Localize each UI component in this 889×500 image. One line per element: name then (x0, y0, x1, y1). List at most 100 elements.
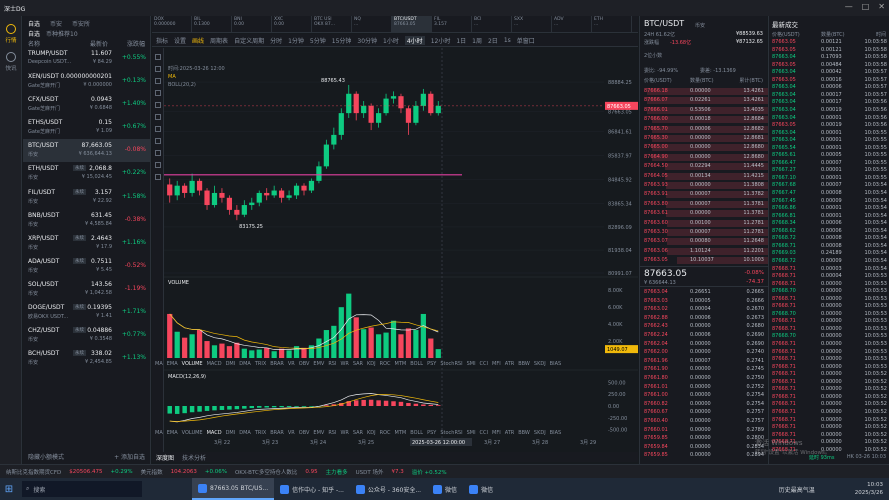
watchlist-row[interactable]: BCH/USDT 永续 币安 338.02 ¥ 2,454.85 +1.13% (23, 347, 150, 370)
toolbar-item[interactable]: 分时 (270, 36, 282, 45)
text-icon[interactable] (154, 102, 161, 108)
indicator-item[interactable]: MACD (207, 361, 222, 367)
ticker-tab[interactable]: NQ... (352, 16, 392, 32)
bid-row[interactable]: 87660.82 0.00000 0.2754 (640, 401, 768, 409)
indicator-item-lower[interactable]: MFI (492, 430, 501, 436)
ticker-tab[interactable]: FIL 3.157 (432, 16, 472, 32)
indicator-item[interactable]: SKDJ (534, 361, 546, 367)
ask-row[interactable]: 87666.18 0.00000 13.4261 (640, 88, 768, 96)
header-price[interactable]: 最新价 (90, 39, 120, 48)
toolbar-item[interactable]: 1分钟 (288, 36, 304, 45)
taskbar-app[interactable]: 微信 (427, 478, 463, 500)
lock-icon[interactable] (154, 150, 161, 156)
add-watch-button[interactable]: + 添加自选 (114, 452, 145, 461)
candlestick-chart[interactable]: 88884.25 87663.05 86841.61 85837.97 84845.92… (152, 48, 638, 458)
bid-row[interactable]: 87660.40 0.00000 0.2757 (640, 418, 768, 426)
watchlist-row[interactable]: ADA/USDT 永续 币安 0.7511 ¥ 5.45 -0.52% (23, 255, 150, 278)
ticker-tab[interactable]: BNI 0.00 (232, 16, 272, 32)
ask-row[interactable]: 87663.30 0.00007 11.2781 (640, 229, 768, 237)
bid-row[interactable]: 87661.80 0.00000 0.2750 (640, 375, 768, 383)
watchlist-row[interactable]: ETHS/USDT Gate芝麻开门 0.15 ¥ 1.09 +0.67% (23, 116, 150, 139)
indicator-item[interactable]: ROC (380, 361, 391, 367)
indicator-item[interactable]: EMA (167, 361, 178, 367)
watchlist-row[interactable]: ETH/USDT 永续 币安 2,068.8 ¥ 15,024.45 +0.22% (23, 162, 150, 185)
ob-depth-select[interactable]: 2位小数 (644, 52, 662, 59)
toolbar-item[interactable]: 1小时 (383, 36, 399, 45)
ask-row[interactable]: 87665.70 0.00006 12.8682 (640, 125, 768, 134)
indicator-item[interactable]: VOLUME (182, 361, 203, 367)
subtab-recommend[interactable]: 币种推荐10 (46, 29, 78, 38)
toolbar-item[interactable]: 5分钟 (310, 36, 326, 45)
ticker-tab[interactable]: XXC 0.00 (272, 16, 312, 32)
nav-news[interactable]: 快讯 (0, 52, 22, 72)
zoom-icon[interactable] (154, 126, 161, 132)
taskbar-app[interactable]: 微信 (463, 478, 499, 500)
watchlist-row[interactable]: XEN/USDT Gate芝麻开门 0.000000000201 ¥ 0.0000… (23, 70, 150, 93)
indicator-item-lower[interactable]: DMA (239, 430, 251, 436)
indicator-item-lower[interactable]: CCI (480, 430, 488, 436)
indicator-item[interactable]: TRIX (255, 361, 266, 367)
bid-row[interactable]: 87661.96 0.00007 0.2741 (640, 358, 768, 366)
indicator-item-lower[interactable]: KDJ (367, 430, 376, 436)
bid-row[interactable]: 87659.85 0.00000 0.2894 (640, 452, 768, 460)
watchlist-row[interactable]: BTC/USDT 币安 87,663.05 ¥ 636,644.13 -0.08% (23, 139, 150, 163)
bid-row[interactable]: 87660.01 0.00000 0.2789 (640, 427, 768, 435)
maximize-icon[interactable]: □ (862, 2, 870, 11)
indicator-item-lower[interactable]: EMA (167, 430, 178, 436)
cursor-icon[interactable] (154, 54, 161, 60)
bid-row[interactable]: 87663.03 0.00005 0.2666 (640, 298, 768, 306)
tab-depth[interactable]: 深度图 (156, 453, 174, 462)
toolbar-item[interactable]: 30分钟 (357, 36, 377, 45)
indicator-item[interactable]: DMI (226, 361, 236, 367)
bid-row[interactable]: 87663.02 0.00004 0.2670 (640, 306, 768, 314)
ticker-tab[interactable]: BTC USI OKX 87... (312, 16, 352, 32)
ask-row[interactable]: 87663.60 0.00100 11.2781 (640, 219, 768, 228)
indicator-item-lower[interactable]: EMV (313, 430, 324, 436)
indicator-item[interactable]: PSY (427, 361, 436, 367)
tab-exchange[interactable]: 币安所 (72, 19, 90, 28)
tab-analysis[interactable]: 技术分析 (182, 453, 206, 462)
header-name[interactable]: 名称 (28, 39, 90, 48)
indicator-item-lower[interactable]: SMI (467, 430, 476, 436)
bid-row[interactable]: 87662.04 0.00000 0.2690 (640, 341, 768, 349)
toolbar-item[interactable]: 12小时 (431, 36, 451, 45)
ask-row[interactable]: 87663.80 0.00007 11.3781 (640, 200, 768, 209)
ask-row[interactable]: 87663.91 0.00007 11.3782 (640, 191, 768, 199)
ask-row[interactable]: 87666.07 0.02261 13.4261 (640, 97, 768, 105)
watchlist-row[interactable]: SOL/USDT 币安 143.56 ¥ 1,042.58 -1.19% (23, 278, 150, 301)
bid-row[interactable]: 87661.90 0.00000 0.2745 (640, 366, 768, 374)
watchlist-row[interactable]: TRUMP/USDT Deepcoin USDT... 11.607 ¥ 84.2… (23, 47, 150, 70)
taskbar-app[interactable]: 信作中心 - 知乎 -... (274, 478, 350, 500)
taskbar-search[interactable]: ⌕ 搜索 (22, 481, 142, 497)
bid-row[interactable]: 87659.85 0.00000 0.2800 (640, 435, 768, 443)
toolbar-item[interactable]: 2日 (488, 36, 498, 45)
indicator-item-lower[interactable]: BOLL (410, 430, 423, 436)
ask-row[interactable]: 87666.00 0.00018 12.8684 (640, 116, 768, 124)
watchlist-row[interactable]: DOGE/USDT 永续 欧易OKX USDT... 0.19395 ¥ 1.41 … (23, 301, 150, 324)
bid-row[interactable]: 87662.24 0.00006 0.2690 (640, 332, 768, 340)
indicator-item[interactable]: SMI (467, 361, 476, 367)
indicator-item[interactable]: RSI (328, 361, 336, 367)
indicator-item-lower[interactable]: OBV (299, 430, 310, 436)
indicator-item-lower[interactable]: MTM (395, 430, 407, 436)
eye-icon[interactable] (154, 162, 161, 168)
indicator-item-lower[interactable]: MACD (207, 430, 222, 436)
measure-icon[interactable] (154, 114, 161, 120)
ticker-tab[interactable]: BIL 0.1300 (192, 16, 232, 32)
indicator-item-lower[interactable]: VR (288, 430, 295, 436)
indicator-item-lower[interactable]: BRAR (270, 430, 284, 436)
tab-watchlist[interactable]: 自选 (28, 19, 40, 28)
ask-row[interactable]: 87664.50 0.02294 11.4445 (640, 163, 768, 171)
indicator-item[interactable]: DMA (239, 361, 251, 367)
ticker-tab[interactable]: ADV... (552, 16, 592, 32)
header-change[interactable]: 涨跌幅 (127, 39, 145, 48)
indicator-item-lower[interactable]: SAR (353, 430, 363, 436)
toolbar-item[interactable]: 4小时 (404, 35, 425, 45)
toolbar-item[interactable]: 自定义周期 (234, 36, 264, 45)
bid-row[interactable]: 87663.04 0.26651 0.2665 (640, 289, 768, 297)
indicator-item-lower[interactable]: RSI (328, 430, 336, 436)
indicator-item[interactable]: KDJ (367, 361, 376, 367)
tab-binance[interactable]: 币安 (50, 19, 62, 28)
toolbar-item[interactable]: 周期表 (210, 36, 228, 45)
toolbar-item[interactable]: 1日 (456, 36, 466, 45)
